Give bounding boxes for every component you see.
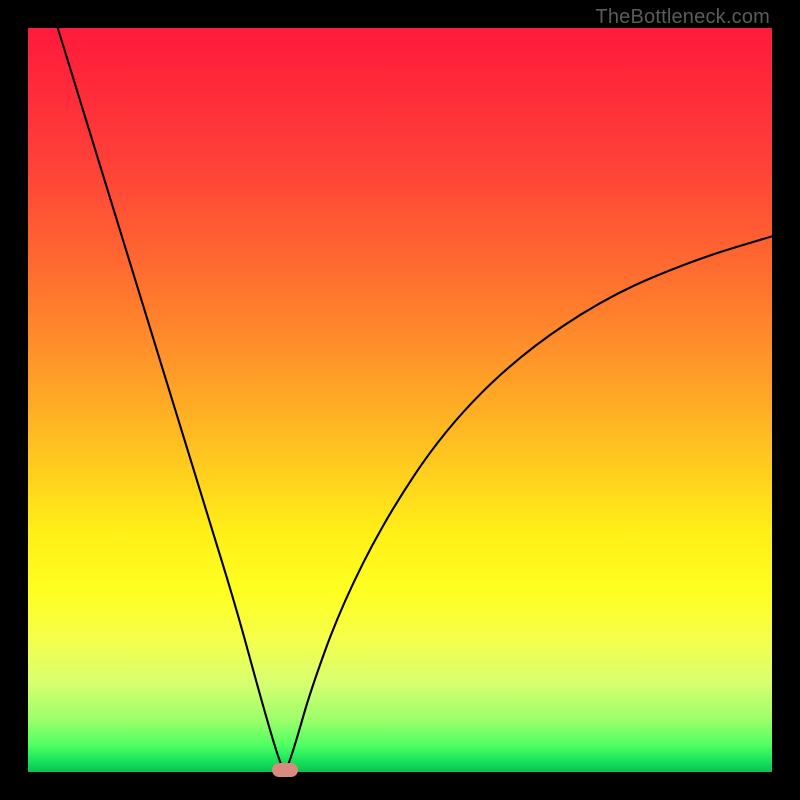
watermark-text: TheBottleneck.com [595, 6, 770, 29]
optimal-marker [272, 763, 298, 777]
chart-frame: TheBottleneck.com [0, 0, 800, 800]
bottleneck-curve [28, 28, 772, 772]
plot-area [28, 28, 772, 772]
